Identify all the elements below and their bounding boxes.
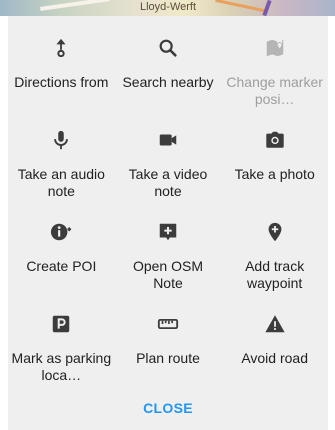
osm-note-icon [156,220,180,244]
ruler-icon [156,312,180,336]
close-button[interactable]: CLOSE [131,394,205,422]
menu-grid: Directions from Search nearby Change mar… [8,16,328,392]
map-road [40,0,110,11]
video-camera-icon [156,128,180,152]
map-road [262,0,272,16]
track-waypoint-icon [263,220,287,244]
menu-item-directions-from[interactable]: Directions from [8,24,115,116]
menu-item-create-poi[interactable]: Create POI [8,208,115,300]
menu-item-add-track-waypoint[interactable]: Add track waypoint [221,208,328,300]
menu-item-take-photo[interactable]: Take a photo [221,116,328,208]
menu-item-label: Take an audio note [17,166,105,199]
warning-icon [263,312,287,336]
menu-item-plan-route[interactable]: Plan route [115,300,222,392]
menu-item-video-note[interactable]: Take a video note [115,116,222,208]
map-road [215,0,265,13]
menu-item-label: Search nearby [122,74,214,90]
menu-item-label: Take a photo [234,166,315,182]
menu-item-label: Mark as parking loca… [11,350,112,383]
change-marker-position-icon [263,36,287,60]
menu-item-label: Open OSM Note [132,258,203,291]
map-background: Lloyd-Werft [0,0,335,16]
menu-item-label: Take a video note [128,166,208,199]
menu-item-avoid-road[interactable]: Avoid road [221,300,328,392]
menu-item-label: Create POI [26,258,97,274]
menu-item-audio-note[interactable]: Take an audio note [8,116,115,208]
menu-item-label: Avoid road [241,350,308,366]
menu-item-label: Directions from [14,74,109,90]
menu-item-label: Add track waypoint [245,258,305,291]
menu-item-search-nearby[interactable]: Search nearby [115,24,222,116]
create-poi-icon [49,220,73,244]
menu-item-mark-parking[interactable]: Mark as parking loca… [8,300,115,392]
menu-item-label: Change marker posi… [226,74,323,107]
menu-item-change-marker-position: Change marker posi… [221,24,328,116]
close-bar: CLOSE [8,386,328,430]
parking-icon [49,312,73,336]
search-icon [156,36,180,60]
microphone-icon [49,128,73,152]
context-menu-sheet: Directions from Search nearby Change mar… [8,16,328,430]
directions-from-icon [49,36,73,60]
menu-item-open-osm-note[interactable]: Open OSM Note [115,208,222,300]
map-place-label: Lloyd-Werft [140,1,197,13]
menu-item-label: Plan route [136,350,200,366]
photo-camera-icon [263,128,287,152]
